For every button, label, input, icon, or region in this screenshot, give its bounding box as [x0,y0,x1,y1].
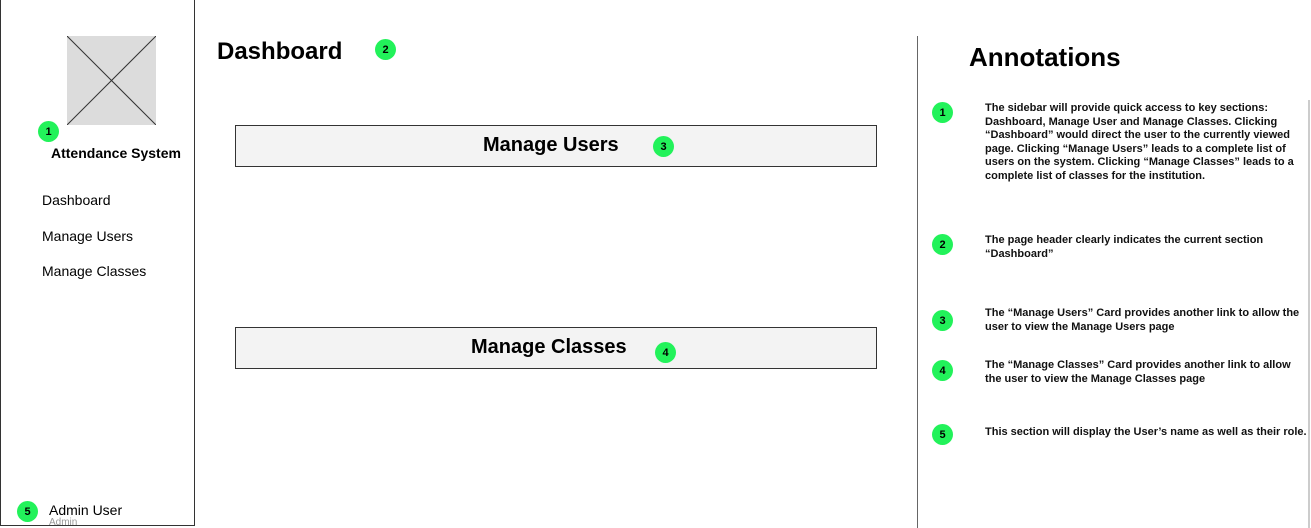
annotations-title: Annotations [969,42,1121,72]
annotation-badge-3: 3 [932,310,953,331]
sidebar-item-dashboard[interactable]: Dashboard [42,192,111,208]
annotation-marker-2: 2 [375,39,396,60]
app-title: Attendance System [51,145,181,161]
logo-image-placeholder-icon [67,36,156,125]
page-title: Dashboard [217,38,343,65]
user-role: Admin [49,517,78,528]
annotation-text-4: The “Manage Classes” Card provides anoth… [985,359,1291,385]
annotation-badge-5: 5 [932,424,953,445]
annotation-text-1: The sidebar will provide quick access to… [985,102,1294,182]
annotation-marker-1: 1 [38,121,59,142]
sidebar-item-manage-classes[interactable]: Manage Classes [42,263,146,279]
sidebar: 1 Attendance System Dashboard Manage Use… [0,0,195,528]
annotation-badge-2: 2 [932,234,953,255]
sidebar-item-manage-users[interactable]: Manage Users [42,228,133,244]
annotation-badge-4: 4 [932,360,953,381]
annotation-text-3: The “Manage Users” Card provides another… [985,307,1300,333]
user-name: Admin User [49,502,123,518]
annotation-text-5: This section will display the User’s nam… [985,426,1307,438]
annotation-marker-3: 3 [653,136,674,157]
manage-users-card[interactable]: Manage Users 3 [235,125,877,167]
panel-divider [917,36,918,528]
annotation-marker-5: 5 [17,501,38,522]
annotation-badge-1: 1 [932,102,953,123]
manage-users-card-label: Manage Users [483,134,619,156]
manage-classes-card-label: Manage Classes [471,336,627,358]
annotation-text-2: The page header clearly indicates the cu… [985,234,1264,260]
annotation-marker-4: 4 [655,342,676,363]
manage-classes-card[interactable]: Manage Classes 4 [235,327,877,369]
scrollbar-track [1308,100,1310,528]
